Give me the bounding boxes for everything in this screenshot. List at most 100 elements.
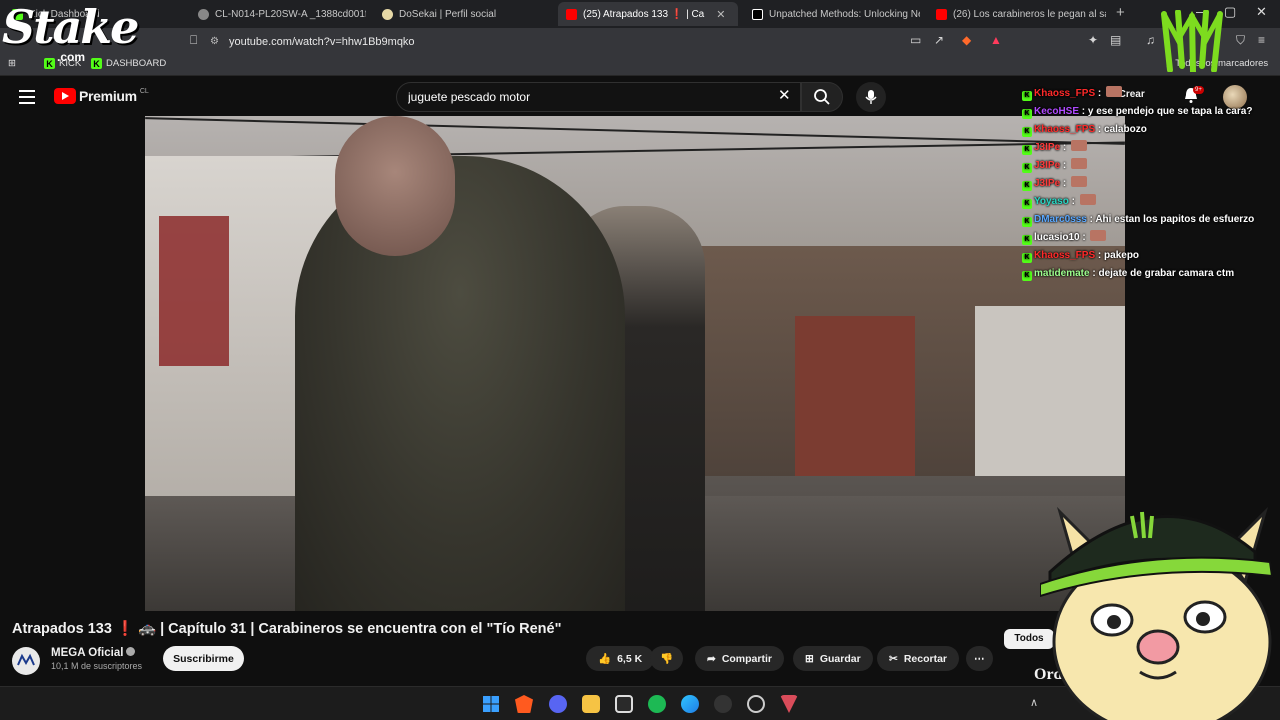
valorant-icon[interactable]: [780, 695, 798, 713]
kick-icon: K: [44, 58, 55, 69]
search-box: [396, 82, 801, 112]
country-code: CL: [139, 88, 149, 95]
sidebar-icon[interactable]: ▤: [1110, 33, 1121, 47]
like-count: 6,5 K: [617, 652, 643, 665]
youtube-favicon-icon: [936, 8, 947, 20]
share-page-icon[interactable]: ↗: [934, 33, 944, 47]
terminal-icon[interactable]: [615, 695, 633, 713]
chat-message: K Khaoss_FPS :: [1022, 86, 1262, 101]
chat-text: y ese pendejo que se tapa la cara?: [1087, 106, 1253, 117]
tiktok-favicon-icon: [752, 8, 763, 20]
video-title: Atrapados 133 ❗ 🚓 | Capítulo 31 | Carabine…: [12, 620, 561, 637]
channel-avatar[interactable]: [12, 647, 40, 675]
dislike-button[interactable]: 👎: [650, 646, 684, 671]
chat-separator: :: [1060, 142, 1070, 153]
brave-rewards-icon[interactable]: ▲: [990, 33, 1002, 47]
steam-icon[interactable]: [747, 695, 765, 713]
brave-browser-icon[interactable]: [515, 695, 533, 713]
chat-separator: :: [1095, 124, 1105, 135]
spotify-icon[interactable]: [648, 695, 666, 713]
menu-icon[interactable]: ≡: [1258, 33, 1265, 47]
emote-icon: [1079, 194, 1096, 205]
cast-icon[interactable]: ▭: [910, 33, 921, 47]
hamburger-menu-icon[interactable]: [19, 90, 35, 108]
chat-message: K DMarc0sss : Ahi estan los papitos de es…: [1022, 212, 1262, 227]
search-input[interactable]: [408, 90, 768, 104]
tab-carabineros[interactable]: (26) Los carabineros le pegan al sayia: [928, 2, 1106, 26]
clip-button[interactable]: ✂ Recortar: [877, 646, 959, 671]
bookmark-icon[interactable]: ⎕: [190, 33, 197, 48]
power-line: [145, 117, 1125, 145]
video-player[interactable]: [145, 116, 1125, 611]
brave-shields-icon[interactable]: ◆: [962, 33, 971, 47]
save-label: Guardar: [819, 652, 861, 665]
windows-start-icon[interactable]: [482, 695, 500, 713]
logo-text: Premium: [79, 88, 137, 104]
kick-badge-icon: K: [1022, 271, 1032, 281]
emote-icon: [1071, 140, 1088, 151]
file-explorer-icon[interactable]: [582, 695, 600, 713]
chat-message: K J3IPe :: [1022, 176, 1262, 191]
edge-icon[interactable]: [681, 695, 699, 713]
officer-head: [335, 116, 455, 256]
tab-document[interactable]: CL-N014-PL20SW-A _1388cd001ff64: [190, 2, 366, 26]
url-field[interactable]: ⚙ youtube.com/watch?v=hhw1Bb9mqko: [210, 32, 900, 51]
close-tab-icon[interactable]: ✕: [716, 8, 725, 21]
bookmark-dashboard[interactable]: K DASHBOARD: [91, 58, 166, 69]
apps-icon[interactable]: ⊞: [8, 58, 16, 69]
kick-badge-icon: K: [1022, 127, 1032, 137]
stake-domain: .com: [57, 50, 86, 64]
channel-name[interactable]: MEGA Oficial: [51, 647, 136, 659]
chat-separator: :: [1060, 160, 1070, 171]
share-arrow-icon: ➦: [707, 652, 716, 665]
kick-badge-icon: K: [1022, 253, 1032, 263]
title-part: 🚓 | Capítulo 31 | Carabineros se encuent…: [138, 621, 562, 637]
new-tab-button[interactable]: +: [1116, 4, 1125, 21]
chat-separator: :: [1079, 106, 1088, 117]
tab-dosekai[interactable]: DoSekai | Perfil social: [374, 2, 550, 26]
clip-label: Recortar: [903, 652, 947, 665]
chat-username: DMarc0sss: [1034, 214, 1087, 225]
media-icon[interactable]: ♫: [1146, 33, 1155, 47]
url-text: youtube.com/watch?v=hhw1Bb9mqko: [228, 35, 415, 48]
chat-message: K J3IPe :: [1022, 140, 1262, 155]
extensions-icon[interactable]: ✦: [1088, 33, 1098, 47]
voice-search-button[interactable]: [856, 82, 886, 112]
subscriber-count: 10,1 M de suscriptores: [51, 661, 143, 671]
tab-label: DoSekai | Perfil social: [399, 8, 497, 20]
kick-badge-icon: K: [1022, 145, 1032, 155]
site-settings-icon[interactable]: ⚙: [210, 36, 219, 47]
chat-username: J3IPe: [1034, 142, 1061, 153]
microphone-icon: [865, 90, 877, 104]
share-button[interactable]: ➦ Compartir: [695, 646, 784, 671]
share-label: Compartir: [721, 652, 772, 665]
kick-badge-icon: K: [1022, 163, 1032, 173]
title-part: Atrapados 133: [12, 621, 112, 637]
discord-icon[interactable]: [549, 695, 567, 713]
subscribe-button[interactable]: Suscribirme: [163, 646, 244, 671]
like-button[interactable]: 👍 6,5 K: [586, 646, 655, 671]
close-window-icon[interactable]: ✕: [1256, 4, 1267, 20]
exclamation-icon: ❗: [115, 621, 134, 637]
kick-badge-icon: K: [1022, 109, 1032, 119]
kick-icon: K: [91, 58, 102, 69]
tab-label: Unpatched Methods: Unlocking New: [769, 8, 920, 20]
browser-tab-strip: Kick Dashboard CL-N014-PL20SW-A _1388cd0…: [0, 0, 1280, 28]
vpn-icon[interactable]: ⛉: [1236, 33, 1245, 48]
chat-username: lucasio10: [1034, 232, 1080, 243]
save-button[interactable]: ⊞ Guardar: [793, 646, 873, 671]
obs-icon[interactable]: [714, 695, 732, 713]
tab-unpatched[interactable]: Unpatched Methods: Unlocking New: [744, 2, 920, 26]
cat-mascot-overlay: [1040, 506, 1274, 720]
tab-youtube-active[interactable]: (25) Atrapados 133 ❗ | Ca ✕: [558, 2, 738, 26]
tray-chevron-icon[interactable]: ∧: [1030, 696, 1038, 709]
verified-icon: [126, 647, 136, 656]
thumbs-down-icon: 👎: [660, 653, 674, 665]
youtube-premium-logo[interactable]: Premium CL: [54, 88, 149, 104]
mega-logo-icon: [17, 653, 35, 666]
chat-separator: :: [1060, 178, 1070, 189]
search-button[interactable]: [801, 82, 843, 112]
youtube-favicon-icon: [566, 8, 577, 20]
clear-search-icon[interactable]: ✕: [778, 86, 791, 104]
more-actions-button[interactable]: ⋯: [966, 646, 993, 671]
